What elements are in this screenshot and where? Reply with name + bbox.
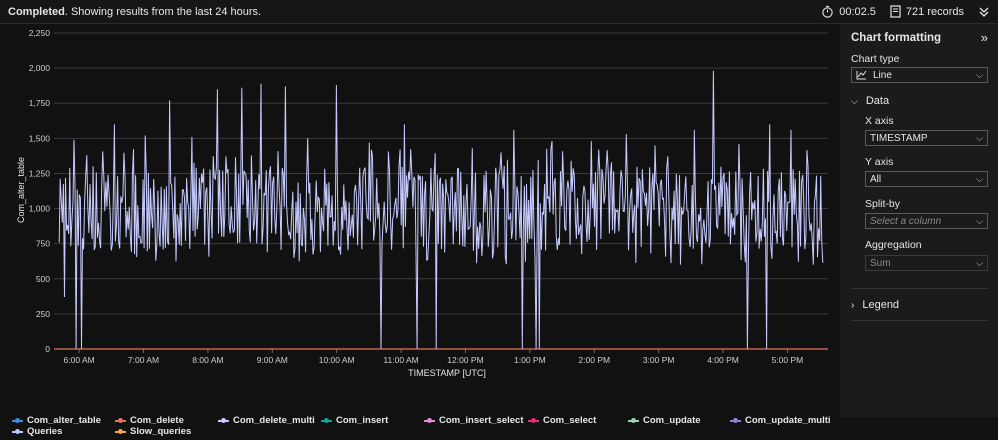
record-count-value: 721 records bbox=[905, 5, 964, 18]
x-axis-dropdown[interactable]: TIMESTAMP ⌵ bbox=[865, 130, 988, 146]
panel-title: Chart formatting bbox=[851, 32, 942, 44]
y-tick-label: 1,250 bbox=[29, 168, 51, 178]
y-tick-label: 1,000 bbox=[29, 204, 51, 214]
y-tick-label: 500 bbox=[36, 274, 50, 284]
x-axis-value: TIMESTAMP bbox=[870, 132, 928, 144]
legend-section-toggle[interactable]: › Legend bbox=[851, 299, 899, 311]
y-tick-label: 750 bbox=[36, 239, 50, 249]
split-by-label: Split-by bbox=[865, 198, 901, 210]
collapse-panel-button[interactable]: » bbox=[981, 30, 988, 45]
query-status: Completed. Showing results from the last… bbox=[8, 6, 261, 18]
query-stats: 00:02.5 721 records bbox=[821, 5, 990, 18]
chart-formatting-panel: Chart formatting » Chart type Line ⌵ ⌵ D… bbox=[840, 24, 998, 417]
legend-section-label: Legend bbox=[862, 299, 900, 311]
chevron-down-icon: ⌵ bbox=[976, 257, 983, 268]
chevron-down-icon: ⌵ bbox=[976, 69, 983, 80]
legend-swatch bbox=[115, 428, 126, 434]
x-axis-title: TIMESTAMP [UTC] bbox=[408, 368, 486, 378]
x-tick-label: 6:00 AM bbox=[64, 355, 95, 365]
elapsed-time-value: 00:02.5 bbox=[839, 5, 876, 18]
legend-label: Slow_queries bbox=[130, 426, 192, 437]
legend-swatch bbox=[730, 417, 741, 423]
y-axis-ticks: 0 250 500 750 1,000 1,250 1,500 1,750 2,000 2,250 bbox=[29, 28, 51, 354]
legend-item[interactable]: Slow_queries bbox=[115, 426, 191, 437]
chart-area: 0 250 500 750 1,000 1,250 1,500 1,750 2,000 2,250… bbox=[0, 24, 836, 437]
legend-swatch bbox=[12, 417, 23, 423]
series-line-com-alter-table bbox=[58, 70, 824, 350]
y-tick-label: 1,750 bbox=[29, 98, 51, 108]
chevron-down-icon: ⌵ bbox=[976, 132, 983, 143]
split-by-dropdown[interactable]: Select a column ⌵ bbox=[865, 213, 988, 229]
data-section-toggle[interactable]: ⌵ Data bbox=[851, 95, 889, 107]
y-axis-label: Y axis bbox=[865, 156, 894, 168]
legend-swatch bbox=[321, 417, 332, 423]
chart-type-label: Chart type bbox=[851, 53, 900, 65]
data-section-label: Data bbox=[865, 95, 890, 107]
chart-legend: Com_alter_table Com_delete Com_delete_mult… bbox=[12, 412, 832, 440]
y-tick-label: 2,000 bbox=[29, 63, 51, 73]
stopwatch-icon bbox=[822, 5, 833, 18]
line-chart[interactable]: 0 250 500 750 1,000 1,250 1,500 1,750 2,000 2,250… bbox=[0, 24, 836, 417]
chevron-right-icon: › bbox=[851, 299, 855, 311]
panel-divider bbox=[851, 320, 988, 321]
y-tick-label: 250 bbox=[36, 309, 50, 319]
panel-divider bbox=[851, 288, 988, 289]
aggregation-label: Aggregation bbox=[865, 239, 922, 251]
legend-swatch bbox=[115, 417, 126, 423]
status-bar: Completed. Showing results from the last… bbox=[0, 0, 998, 24]
y-axis-title: Com_alter_table bbox=[16, 157, 26, 223]
y-tick-label: 1,500 bbox=[29, 133, 51, 143]
document-icon bbox=[890, 5, 901, 18]
aggregation-dropdown[interactable]: Sum ⌵ bbox=[865, 255, 988, 271]
status-completed: Completed bbox=[8, 5, 65, 18]
line-chart-icon bbox=[856, 70, 867, 80]
legend-swatch bbox=[12, 428, 23, 434]
x-tick-label: 2:00 PM bbox=[578, 355, 610, 365]
record-count: 721 records bbox=[890, 5, 964, 18]
x-tick-label: 3:00 PM bbox=[643, 355, 675, 365]
legend-label: Queries bbox=[27, 426, 63, 437]
legend-swatch bbox=[628, 417, 639, 423]
chevron-down-icon: ⌵ bbox=[851, 95, 858, 106]
x-tick-label: 12:00 PM bbox=[447, 355, 483, 365]
chart-type-value: Line bbox=[873, 69, 892, 81]
chevron-down-icon: ⌵ bbox=[976, 215, 983, 226]
elapsed-time: 00:02.5 bbox=[821, 5, 876, 18]
legend-swatch bbox=[528, 417, 539, 423]
x-tick-label: 9:00 AM bbox=[257, 355, 288, 365]
y-tick-label: 2,250 bbox=[29, 28, 51, 38]
y-tick-label: 0 bbox=[45, 344, 50, 354]
chart-type-dropdown[interactable]: Line ⌵ bbox=[851, 67, 988, 83]
x-tick-label: 8:00 AM bbox=[192, 355, 223, 365]
legend-item[interactable]: Queries bbox=[12, 426, 62, 437]
legend-swatch bbox=[424, 417, 435, 423]
chart-series bbox=[54, 70, 828, 350]
x-tick-label: 7:00 AM bbox=[128, 355, 159, 365]
legend-swatch bbox=[218, 417, 229, 423]
x-tick-label: 4:00 PM bbox=[707, 355, 739, 365]
chevron-down-icon: ⌵ bbox=[976, 173, 983, 184]
status-text: . Showing results from the last 24 hours… bbox=[64, 5, 262, 18]
split-by-placeholder: Select a column bbox=[870, 215, 942, 227]
double-chevron-down-icon[interactable] bbox=[978, 6, 990, 18]
x-tick-label: 11:00 AM bbox=[383, 355, 418, 365]
aggregation-value: Sum bbox=[870, 257, 891, 269]
y-axis-value: All bbox=[870, 173, 882, 185]
y-axis-dropdown[interactable]: All ⌵ bbox=[865, 171, 988, 187]
x-tick-label: 5:00 PM bbox=[772, 355, 804, 365]
x-axis-label: X axis bbox=[865, 115, 894, 127]
x-tick-label: 1:00 PM bbox=[514, 355, 546, 365]
x-axis-ticks: 6:00 AM 7:00 AM 8:00 AM 9:00 AM 10:00 AM 11:0… bbox=[64, 349, 804, 365]
x-tick-label: 10:00 AM bbox=[319, 355, 355, 365]
